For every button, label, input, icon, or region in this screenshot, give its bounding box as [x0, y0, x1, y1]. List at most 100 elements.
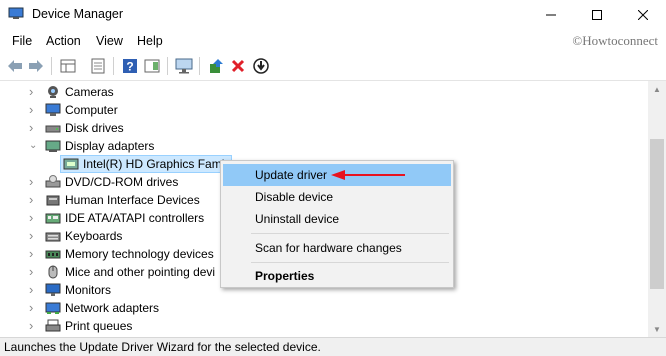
tree-item-label: Mice and other pointing devi [65, 265, 216, 279]
scroll-down-button[interactable]: ▼ [648, 321, 666, 337]
expand-chevron-icon[interactable]: › [29, 175, 39, 188]
disable-device-button[interactable] [252, 57, 270, 75]
tree-item-label: Disk drives [65, 121, 124, 135]
console-tree-icon [91, 58, 105, 74]
tree-item-label: Keyboards [65, 229, 123, 243]
tree-category-item[interactable]: › Print queues [0, 317, 600, 335]
network-adapter-icon [45, 302, 61, 314]
toolbar: ? [0, 52, 666, 81]
expand-chevron-icon[interactable]: › [29, 193, 39, 206]
keyboard-icon [45, 232, 61, 242]
memory-icon [45, 250, 61, 259]
menu-uninstall-device-label: Uninstall device [255, 212, 340, 226]
printer-icon [45, 319, 61, 332]
maximize-icon [592, 10, 602, 20]
menu-properties-label: Properties [255, 269, 315, 283]
uninstall-device-icon [231, 59, 245, 73]
menu-disable-device[interactable]: Disable device [223, 186, 451, 208]
minimize-icon [546, 14, 556, 16]
menu-update-driver-label: Update driver [255, 168, 328, 182]
tree-item-label: Intel(R) HD Graphics Fami [83, 157, 225, 171]
menu-scan-hardware[interactable]: Scan for hardware changes [223, 237, 451, 259]
tree-category-item[interactable]: ⌄ Display adapters [0, 137, 600, 155]
action-pane-button[interactable] [143, 57, 161, 75]
mouse-icon [48, 265, 58, 279]
svg-text:?: ? [126, 60, 133, 74]
expand-chevron-icon[interactable]: › [29, 229, 39, 242]
tree-item-label: Print queues [65, 319, 133, 333]
menu-properties[interactable]: Properties [223, 265, 451, 287]
help-button[interactable]: ? [121, 57, 139, 75]
menu-uninstall-device[interactable]: Uninstall device [223, 208, 451, 230]
menu-scan-hardware-label: Scan for hardware changes [255, 241, 402, 255]
tree-category-item[interactable]: › Disk drives [0, 119, 600, 137]
menu-separator [251, 233, 449, 234]
tree-item-label: Monitors [65, 283, 112, 297]
action-pane-icon [144, 59, 160, 73]
menu-help[interactable]: Help [137, 34, 163, 48]
dvd-drive-icon [45, 175, 61, 188]
menu-separator [251, 262, 449, 263]
tree-category-item[interactable]: › Network adapters [0, 299, 600, 317]
disable-device-icon [253, 58, 269, 74]
forward-button[interactable] [27, 57, 45, 75]
monitor-button[interactable] [175, 57, 193, 75]
expand-chevron-icon[interactable]: › [29, 301, 39, 314]
uninstall-device-button[interactable] [229, 57, 247, 75]
scroll-thumb[interactable] [650, 139, 664, 289]
device-manager-icon [8, 7, 24, 19]
tree-item-label: Network adapters [65, 301, 160, 315]
expand-chevron-icon[interactable]: › [29, 85, 39, 98]
properties-grid-icon [60, 59, 76, 73]
expand-chevron-icon[interactable]: › [29, 283, 39, 296]
expand-chevron-icon[interactable]: › [29, 247, 39, 260]
minimize-button[interactable] [528, 0, 574, 30]
expand-chevron-icon[interactable]: › [29, 319, 39, 332]
red-arrow-annotation [331, 170, 405, 180]
expand-chevron-icon[interactable]: › [29, 211, 39, 224]
watermark: ©Howtoconnect [572, 33, 658, 48]
back-arrow-icon [8, 60, 22, 72]
title-bar: Device Manager [0, 0, 666, 30]
maximize-button[interactable] [574, 0, 620, 30]
tree-category-item[interactable]: › Computer [0, 101, 600, 119]
computer-icon [45, 103, 61, 116]
menu-bar: File Action View Help [0, 30, 666, 52]
context-menu: Update driver Disable device Uninstall d… [220, 160, 454, 288]
back-button[interactable] [6, 57, 24, 75]
close-button[interactable] [620, 0, 666, 30]
camera-icon [48, 86, 58, 98]
tree-item-label: Human Interface Devices [65, 193, 200, 207]
forward-arrow-icon [29, 60, 43, 72]
menu-view[interactable]: View [96, 34, 123, 48]
update-driver-icon [210, 59, 223, 73]
graphics-card-icon [63, 158, 79, 170]
tree-item-label: IDE ATA/ATAPI controllers [65, 211, 205, 225]
expand-chevron-icon[interactable]: › [29, 103, 39, 116]
disk-drive-icon [45, 125, 61, 133]
monitor-icon [175, 58, 193, 74]
display-adapter-icon [45, 140, 61, 152]
console-tree-button[interactable] [89, 57, 107, 75]
tree-item-label: DVD/CD-ROM drives [65, 175, 179, 189]
status-text: Launches the Update Driver Wizard for th… [4, 340, 321, 354]
scroll-up-button[interactable]: ▲ [648, 81, 666, 97]
menu-action[interactable]: Action [46, 34, 81, 48]
menu-file[interactable]: File [12, 34, 32, 48]
update-driver-button[interactable] [207, 57, 225, 75]
ide-controller-icon [45, 213, 61, 224]
tree-item-label: Display adapters [65, 139, 155, 153]
hid-icon [46, 195, 60, 206]
expand-chevron-icon[interactable]: › [29, 121, 39, 134]
tree-category-item[interactable]: › Cameras [0, 83, 600, 101]
tree-item-label: Computer [65, 103, 118, 117]
expand-chevron-icon[interactable]: › [29, 265, 39, 278]
vertical-scrollbar[interactable]: ▲ ▼ [648, 81, 666, 337]
status-bar: Launches the Update Driver Wizard for th… [0, 337, 666, 356]
tree-item-label: Cameras [65, 85, 114, 99]
properties-grid-button[interactable] [59, 57, 77, 75]
monitor-icon [45, 283, 61, 296]
window-title: Device Manager [32, 7, 124, 21]
close-icon [638, 10, 648, 20]
collapse-chevron-icon[interactable]: ⌄ [29, 140, 39, 152]
